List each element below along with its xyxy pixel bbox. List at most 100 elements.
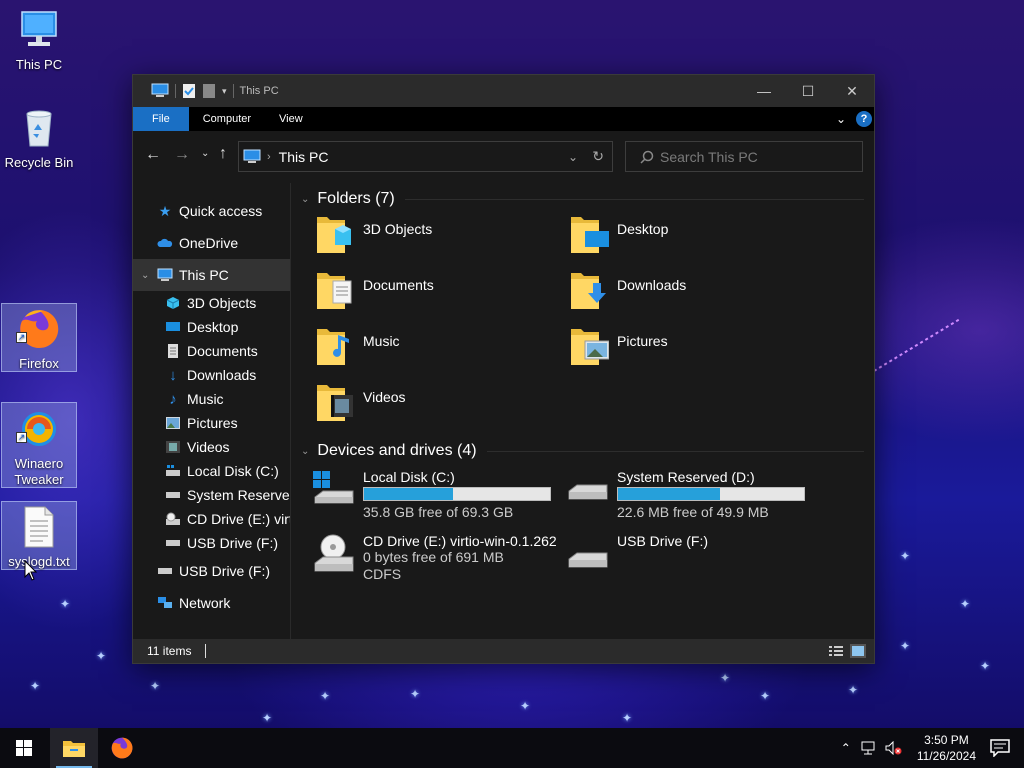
nav-item-usb-drive[interactable]: USB Drive (F:) [133,555,290,587]
folder-icon [317,329,349,365]
new-folder-icon[interactable] [202,83,216,99]
action-center-icon[interactable] [990,739,1010,757]
start-button[interactable] [0,728,48,768]
clock-date: 11/26/2024 [916,749,976,763]
clock[interactable]: 3:50 PM 11/26/2024 [917,732,976,764]
nav-item-label: Pictures [187,415,238,431]
drive-item-f[interactable]: USB Drive (F:) [565,533,819,597]
mouse-cursor-icon [24,560,38,581]
text-file-icon [24,506,54,548]
nav-item-network[interactable]: Network [133,587,290,619]
content-pane: ⌄ Folders (7) 3D Objects Desktop Documents… [291,183,874,639]
navigation-pane: ★ Quick access OneDrive ⌄ This PC 3D Obj… [133,183,291,639]
usb-drive-icon [568,552,608,568]
group-header-folders[interactable]: ⌄ Folders (7) [299,185,874,213]
nav-item-local-disk-c[interactable]: Local Disk (C:) [133,459,290,483]
nav-item-music[interactable]: ♪ Music [133,387,290,411]
help-button[interactable]: ? [856,111,872,127]
collapse-chevron-icon: ⌄ [301,445,310,457]
folder-icon [571,217,609,253]
desktop-icon-winaero-tweaker[interactable]: ↗ Winaero Tweaker [1,402,77,488]
back-button[interactable]: ← [145,146,161,164]
desktop-icon-syslogd[interactable]: syslogd.txt [1,501,77,570]
volume-muted-icon[interactable] [885,741,903,755]
folder-label: 3D Objects [363,221,433,237]
nav-item-desktop[interactable]: Desktop [133,315,290,339]
collapse-chevron-icon: ⌄ [301,193,310,205]
folder-label: Desktop [617,221,669,237]
folder-item-desktop[interactable]: Desktop [569,213,823,269]
drive-usage-fill [364,488,454,500]
folder-item-music[interactable]: Music [315,325,569,381]
group-header-drives[interactable]: ⌄ Devices and drives (4) [299,437,874,465]
nav-item-videos[interactable]: Videos [133,435,290,459]
search-input[interactable] [660,148,850,165]
network-icon[interactable] [861,741,877,755]
winaero-tweaker-icon [22,412,56,446]
show-hidden-icons-icon[interactable]: ⌃ [841,741,851,755]
collapse-caret-icon[interactable]: ⌄ [141,270,149,281]
this-pc-icon [151,83,169,97]
up-button[interactable]: ↑ [219,145,227,163]
nav-item-system-reserved[interactable]: System Reserved [133,483,290,507]
nav-item-this-pc[interactable]: ⌄ This PC [133,259,290,291]
tab-computer[interactable]: Computer [189,107,265,131]
forward-button[interactable]: → [174,146,190,164]
navigation-bar: ← → ⌄ ↑ › This PC ⌄ ↻ [133,131,874,183]
recent-locations-icon[interactable]: ⌄ [201,148,209,159]
maximize-button[interactable]: ☐ [786,75,830,107]
nav-item-quick-access[interactable]: ★ Quick access [133,195,290,227]
recycle-bin-icon [26,110,52,147]
this-pc-icon [243,149,261,163]
document-icon [165,343,181,359]
address-bar[interactable]: › This PC ⌄ ↻ [238,141,613,172]
search-box[interactable] [625,141,863,172]
nav-item-onedrive[interactable]: OneDrive [133,227,290,259]
drive-free-space: 35.8 GB free of 69.3 GB [363,504,514,520]
tab-view[interactable]: View [265,107,317,131]
folder-item-videos[interactable]: Videos [315,381,569,437]
properties-icon[interactable] [182,83,196,99]
nav-item-usb-drive-child[interactable]: USB Drive (F:) [133,531,290,555]
refresh-icon[interactable]: ↻ [592,148,604,165]
desktop-icon-recycle-bin[interactable]: Recycle Bin [1,106,77,176]
nav-item-3d-objects[interactable]: 3D Objects [133,291,290,315]
folder-item-downloads[interactable]: Downloads [569,269,823,325]
toolbar-separator [175,84,176,98]
drive-file-system: CDFS [363,566,402,582]
drive-name: CD Drive (E:) virtio-win-0.1.262 [363,533,557,549]
taskbar-firefox[interactable] [98,728,146,768]
desktop-icon-this-pc[interactable]: This PC [1,8,77,76]
address-dropdown-icon[interactable]: ⌄ [568,150,578,164]
drive-item-c[interactable]: Local Disk (C:) 35.8 GB free of 69.3 GB [311,469,565,533]
folder-label: Documents [363,277,434,293]
film-icon [165,439,181,455]
folder-item-documents[interactable]: Documents [315,269,569,325]
folder-label: Music [363,333,400,349]
folder-item-3d-objects[interactable]: 3D Objects [315,213,569,269]
tab-file[interactable]: File [133,107,189,131]
nav-item-documents[interactable]: Documents [133,339,290,363]
quick-access-toolbar: ▾ [133,83,234,99]
expand-ribbon-icon[interactable]: ⌄ [836,112,846,126]
file-explorer-window: ▾ This PC — ☐ ✕ File Computer View ⌄ ? ←… [132,74,875,664]
nav-item-cd-drive[interactable]: CD Drive (E:) virtio [133,507,290,531]
taskbar-file-explorer[interactable] [50,728,98,768]
nav-item-pictures[interactable]: Pictures [133,411,290,435]
close-button[interactable]: ✕ [830,75,874,107]
desktop-icon-firefox[interactable]: ↗ Firefox [1,303,77,372]
minimize-button[interactable]: — [742,75,786,107]
nav-item-label: USB Drive (F:) [179,563,270,579]
drive-item-d[interactable]: System Reserved (D:) 22.6 MB free of 49.… [565,469,819,533]
nav-item-label: Local Disk (C:) [187,463,279,479]
group-header-label: Folders (7) [317,190,395,207]
tiles-view-icon[interactable] [850,644,866,658]
customize-toolbar-icon[interactable]: ▾ [222,86,227,97]
cloud-icon [157,235,173,251]
folder-item-pictures[interactable]: Pictures [569,325,823,381]
details-view-icon[interactable] [828,644,844,658]
title-bar[interactable]: ▾ This PC — ☐ ✕ [133,75,874,107]
drive-item-e[interactable]: CD Drive (E:) virtio-win-0.1.262 0 bytes… [311,533,565,597]
nav-item-label: This PC [179,267,229,283]
nav-item-downloads[interactable]: ↓ Downloads [133,363,290,387]
